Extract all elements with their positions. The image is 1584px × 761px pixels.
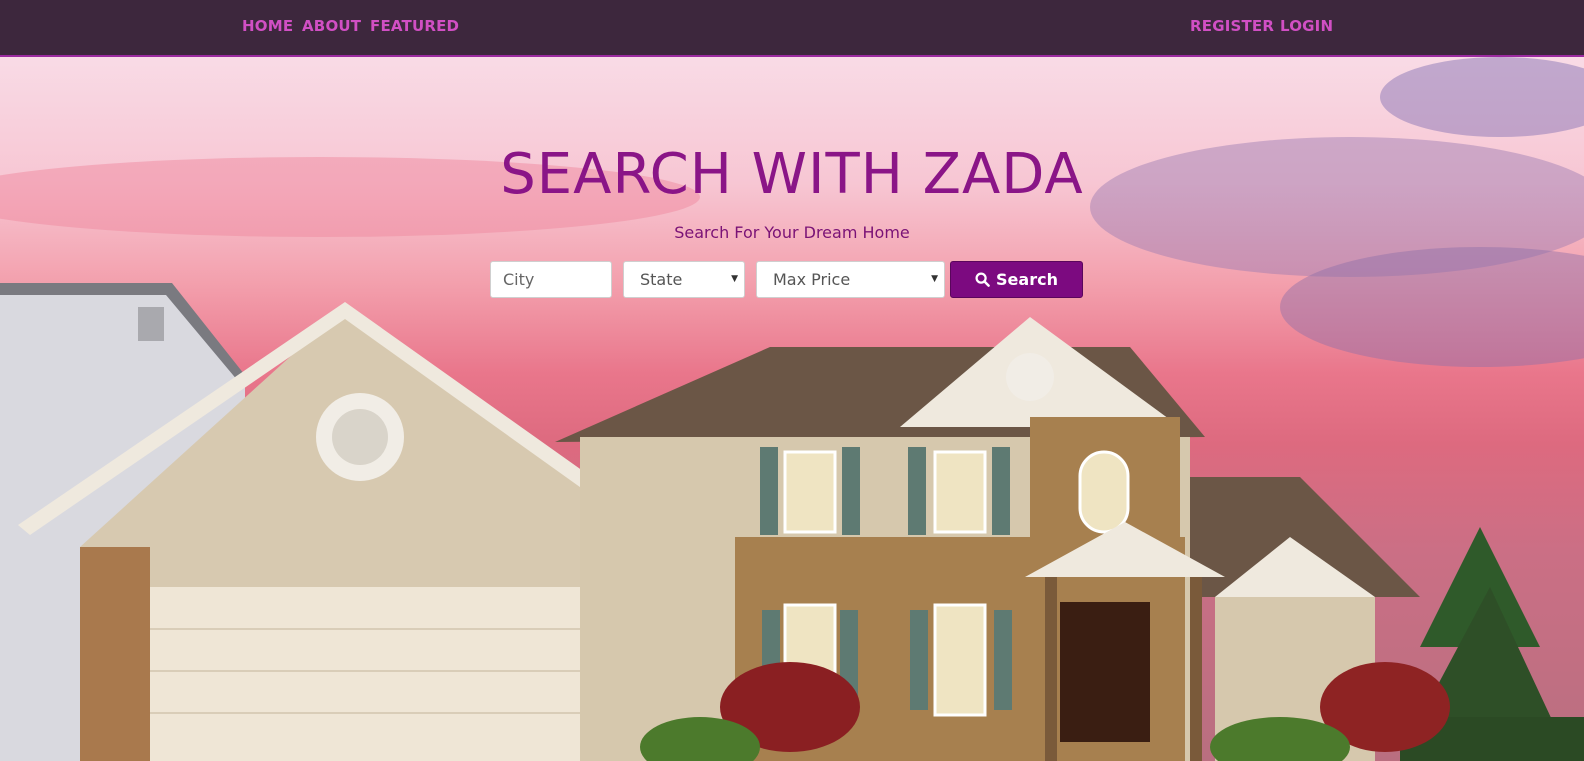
search-form: State ▼ Max Price ▼ Search <box>0 261 1584 301</box>
search-icon <box>975 272 990 287</box>
hero-section: SEARCH WITH ZADA Search For Your Dream H… <box>0 57 1584 761</box>
search-button-label: Search <box>996 270 1058 289</box>
state-select[interactable]: State ▼ <box>623 261 745 298</box>
nav-login-link[interactable]: LOGIN <box>1280 17 1333 35</box>
max-price-select-value: Max Price <box>773 270 851 289</box>
nav-about-link[interactable]: ABOUT <box>302 17 361 35</box>
nav-home-link[interactable]: HOME <box>242 17 293 35</box>
search-button[interactable]: Search <box>950 261 1083 298</box>
navbar: HOME ABOUT FEATURED REGISTER LOGIN <box>0 0 1584 57</box>
max-price-select[interactable]: Max Price ▼ <box>756 261 945 298</box>
hero-title: SEARCH WITH ZADA <box>500 142 1084 207</box>
nav-register-link[interactable]: REGISTER <box>1190 17 1274 35</box>
hero-subtitle: Search For Your Dream Home <box>674 223 910 242</box>
state-select-value: State <box>640 270 683 289</box>
city-input[interactable] <box>490 261 612 298</box>
nav-featured-link[interactable]: FEATURED <box>370 17 459 35</box>
chevron-down-icon: ▼ <box>931 274 938 284</box>
chevron-down-icon: ▼ <box>731 274 738 284</box>
